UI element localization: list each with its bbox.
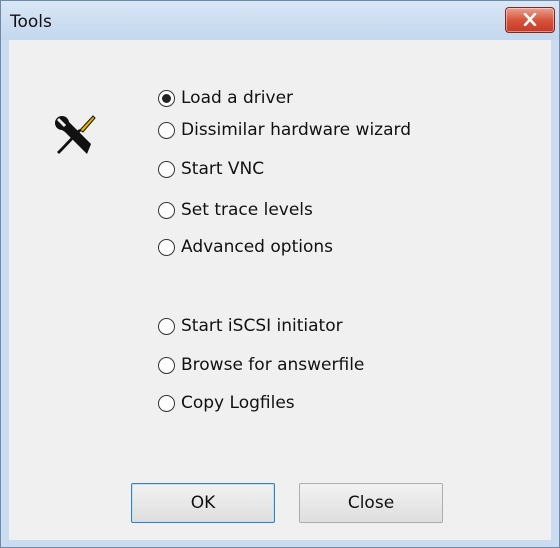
title-bar[interactable]: Tools [1,1,559,40]
radio-circle[interactable] [158,238,175,256]
close-x-icon [523,13,537,26]
radio-label: Start iSCSI initiator [181,316,343,336]
radio-set-trace-levels[interactable]: Set trace levels [158,196,313,224]
radio-circle[interactable] [158,121,175,139]
radio-copy-logfiles[interactable]: Copy Logfiles [158,389,295,417]
tools-dialog: Tools Load a driver Dissimilar hardware … [0,0,560,548]
radio-advanced-options[interactable]: Advanced options [158,233,333,261]
window-close-button[interactable] [505,7,555,33]
radio-load-driver[interactable]: Load a driver [158,84,293,112]
radio-dissimilar-hardware-wizard[interactable]: Dissimilar hardware wizard [158,116,411,144]
radio-selected-dot [162,93,171,103]
radio-label: Browse for answerfile [181,355,365,375]
radio-start-iscsi-initiator[interactable]: Start iSCSI initiator [158,312,343,340]
close-button[interactable]: Close [299,483,443,523]
radio-circle[interactable] [158,89,175,107]
radio-start-vnc[interactable]: Start VNC [158,155,264,183]
radio-label: Load a driver [181,88,294,108]
radio-label: Advanced options [181,237,333,257]
radio-circle[interactable] [158,160,175,178]
dialog-body: Load a driver Dissimilar hardware wizard… [9,40,551,540]
radio-circle[interactable] [158,394,175,412]
tools-icon [55,115,96,154]
ok-button[interactable]: OK [131,483,275,523]
radio-circle[interactable] [158,201,175,219]
radio-browse-answerfile[interactable]: Browse for answerfile [158,351,364,379]
radio-circle[interactable] [158,317,175,335]
radio-label: Copy Logfiles [181,393,295,413]
radio-label: Start VNC [181,159,265,179]
radio-label: Dissimilar hardware wizard [181,120,411,140]
window-title: Tools [10,12,52,32]
radio-circle[interactable] [158,356,175,374]
radio-label: Set trace levels [181,200,313,220]
